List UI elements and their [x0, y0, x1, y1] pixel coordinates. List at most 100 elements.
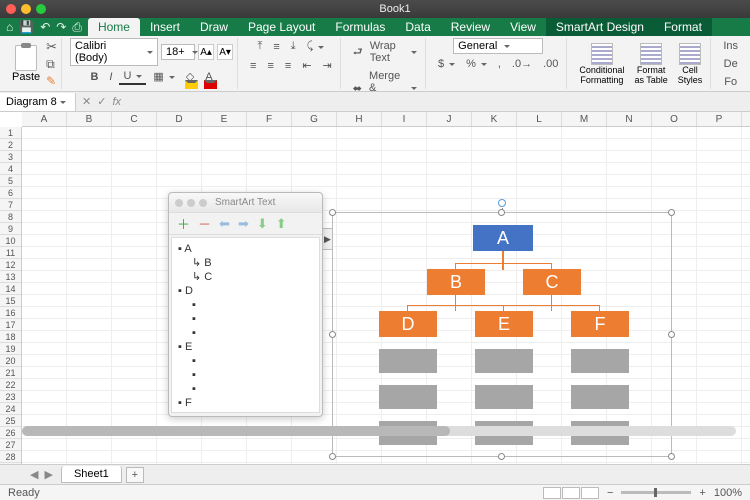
pane-min-icon[interactable] — [187, 199, 195, 207]
zoom-slider[interactable] — [621, 491, 691, 494]
col-header[interactable]: I — [382, 112, 427, 126]
cell[interactable] — [697, 175, 742, 186]
cell[interactable] — [22, 331, 67, 342]
tab-insert[interactable]: Insert — [140, 18, 190, 36]
col-header[interactable]: B — [67, 112, 112, 126]
col-header[interactable]: N — [607, 112, 652, 126]
outline-item[interactable]: ▪ — [178, 326, 313, 340]
cell[interactable] — [517, 163, 562, 174]
cell[interactable] — [607, 163, 652, 174]
outline-item[interactable]: ▪ — [178, 354, 313, 368]
cell[interactable] — [697, 211, 742, 222]
tab-smartart-design[interactable]: SmartArt Design — [546, 18, 654, 36]
resize-handle-se[interactable] — [668, 453, 675, 460]
cell[interactable] — [67, 187, 112, 198]
col-header[interactable]: P — [697, 112, 742, 126]
save-icon[interactable]: ⌂ — [6, 20, 13, 34]
cell[interactable] — [382, 175, 427, 186]
cell[interactable] — [337, 139, 382, 150]
cell[interactable] — [562, 199, 607, 210]
outline-item[interactable]: ▪ F — [178, 396, 313, 410]
cell[interactable] — [22, 451, 67, 462]
cell[interactable] — [22, 151, 67, 162]
cell[interactable] — [67, 391, 112, 402]
cell[interactable] — [697, 391, 742, 402]
cell[interactable] — [472, 151, 517, 162]
cell[interactable] — [697, 295, 742, 306]
tab-format[interactable]: Format — [654, 18, 712, 36]
resize-handle-sw[interactable] — [329, 453, 336, 460]
col-header[interactable]: G — [292, 112, 337, 126]
rotate-handle-icon[interactable] — [498, 199, 506, 207]
smartart-node-blank[interactable] — [571, 385, 629, 409]
zoom-level[interactable]: 100% — [714, 487, 742, 499]
cell[interactable] — [202, 127, 247, 138]
smartart-node-blank[interactable] — [475, 385, 533, 409]
indent-decrease-button[interactable]: ⇤ — [298, 57, 315, 74]
smartart-node-e[interactable]: E — [475, 311, 533, 337]
increase-font-button[interactable]: A▴ — [198, 44, 214, 60]
cell[interactable] — [67, 283, 112, 294]
cell[interactable] — [562, 187, 607, 198]
cell[interactable] — [202, 139, 247, 150]
resize-handle-ne[interactable] — [668, 209, 675, 216]
font-size-select[interactable]: 18+ — [161, 44, 195, 60]
col-header[interactable]: E — [202, 112, 247, 126]
tab-formulas[interactable]: Formulas — [325, 18, 395, 36]
outline-item[interactable]: ▪ — [178, 312, 313, 326]
cell[interactable] — [67, 163, 112, 174]
cell[interactable] — [67, 235, 112, 246]
resize-handle-s[interactable] — [498, 453, 505, 460]
tab-view[interactable]: View — [500, 18, 546, 36]
cell[interactable] — [67, 415, 112, 426]
cell[interactable] — [472, 187, 517, 198]
text-pane-outline[interactable]: ▪ A↳ B↳ C▪ D▪ ▪ ▪ ▪ E▪ ▪ ▪ ▪ F▪ — [171, 237, 320, 413]
cell[interactable] — [337, 127, 382, 138]
tab-draw[interactable]: Draw — [190, 18, 238, 36]
cell[interactable] — [22, 175, 67, 186]
cell[interactable] — [67, 451, 112, 462]
minimize-window-icon[interactable] — [21, 4, 31, 14]
cut-icon[interactable]: ✂ — [46, 39, 57, 55]
cell[interactable] — [652, 175, 697, 186]
cell[interactable] — [112, 439, 157, 450]
cell[interactable] — [697, 379, 742, 390]
cell[interactable] — [337, 175, 382, 186]
smartart-node-blank[interactable] — [379, 349, 437, 373]
number-format-select[interactable]: General — [453, 38, 543, 54]
cell[interactable] — [517, 199, 562, 210]
decrease-font-button[interactable]: A▾ — [217, 44, 233, 60]
align-top-button[interactable]: ⤒ — [254, 38, 267, 55]
cell[interactable] — [202, 451, 247, 462]
smartart-node-blank[interactable] — [475, 349, 533, 373]
row-header[interactable]: 5 — [0, 175, 21, 187]
close-window-icon[interactable] — [6, 4, 16, 14]
cell[interactable] — [697, 247, 742, 258]
comma-button[interactable]: , — [494, 56, 505, 72]
cell[interactable] — [382, 163, 427, 174]
cell[interactable] — [157, 127, 202, 138]
outline-item[interactable]: ▪ — [178, 368, 313, 382]
wrap-text-button[interactable]: ⮐ Wrap Text — [349, 38, 421, 66]
cell[interactable] — [22, 271, 67, 282]
cell[interactable] — [67, 379, 112, 390]
cell[interactable] — [292, 151, 337, 162]
align-left-button[interactable]: ≡ — [246, 58, 260, 74]
save-icon[interactable]: 💾 — [19, 20, 34, 34]
indent-increase-button[interactable]: ⇥ — [319, 57, 336, 74]
cell[interactable] — [67, 247, 112, 258]
cell[interactable] — [697, 403, 742, 414]
outline-item[interactable]: ↳ C — [178, 270, 313, 284]
tab-data[interactable]: Data — [395, 18, 440, 36]
name-box[interactable]: Diagram 8 — [0, 93, 76, 111]
redo-icon[interactable]: ↷ — [56, 20, 66, 34]
border-button[interactable]: ▦ — [149, 68, 178, 85]
cell[interactable] — [652, 163, 697, 174]
enter-icon[interactable]: ✓ — [97, 95, 106, 108]
cell-styles-button[interactable]: Cell Styles — [674, 41, 707, 87]
cell[interactable] — [22, 319, 67, 330]
cell[interactable] — [112, 367, 157, 378]
orientation-button[interactable]: ⤹ — [303, 38, 329, 55]
add-sheet-button[interactable]: + — [126, 467, 144, 483]
row-header[interactable]: 11 — [0, 247, 21, 259]
